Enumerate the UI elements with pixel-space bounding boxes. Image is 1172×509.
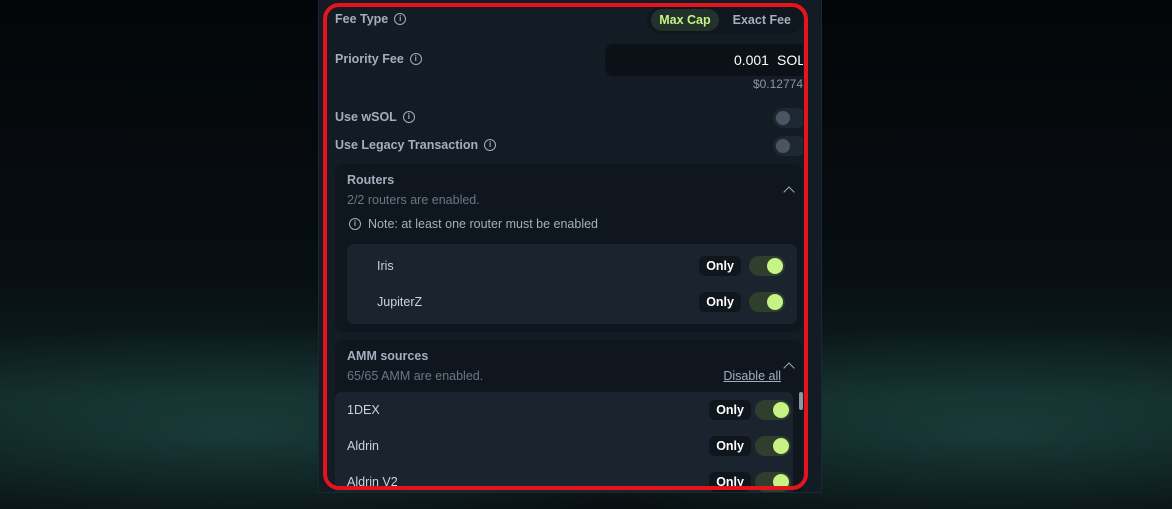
info-icon: i — [349, 218, 361, 230]
routers-list: Iris Only JupiterZ Only — [347, 244, 797, 324]
toggle-knob — [767, 294, 783, 310]
info-icon[interactable]: i — [402, 111, 415, 123]
amm-toggle[interactable] — [755, 436, 791, 456]
toggle-knob — [773, 402, 789, 418]
toggle-knob — [776, 111, 790, 125]
info-icon[interactable]: i — [394, 13, 407, 25]
fee-type-text: Fee Type — [335, 12, 389, 26]
fee-type-segmented-control: Max Cap Exact Fee — [647, 6, 803, 34]
amm-toggle[interactable] — [755, 472, 791, 492]
amm-list: 1DEX Only Aldrin Only Aldrin V2 Only — [335, 392, 793, 492]
amm-subtitle: 65/65 AMM are enabled. — [347, 369, 484, 383]
chevron-up-icon[interactable] — [783, 186, 795, 198]
priority-fee-value: 0.001 — [733, 52, 769, 68]
use-wsol-toggle[interactable] — [773, 108, 803, 128]
use-legacy-label: Use Legacy Transaction i — [335, 138, 497, 152]
list-item: JupiterZ Only — [347, 284, 797, 320]
amm-scrollbar[interactable] — [799, 392, 803, 410]
use-wsol-text: Use wSOL — [335, 110, 397, 124]
use-legacy-text: Use Legacy Transaction — [335, 138, 479, 152]
amm-sources-section: AMM sources 65/65 AMM are enabled. Disab… — [335, 340, 803, 492]
toggle-knob — [776, 139, 790, 153]
toggle-knob — [773, 438, 789, 454]
only-button[interactable]: Only — [709, 400, 751, 420]
settings-content: Fee Type i Max Cap Exact Fee Priority Fe… — [335, 0, 803, 492]
use-legacy-toggle[interactable] — [773, 136, 803, 156]
priority-fee-input[interactable]: 0.001 SOL — [605, 44, 803, 76]
amm-name: 1DEX — [347, 403, 380, 417]
priority-fee-unit: SOL — [776, 52, 803, 68]
toggle-knob — [767, 258, 783, 274]
info-icon[interactable]: i — [409, 53, 422, 65]
info-icon[interactable]: i — [484, 139, 497, 151]
settings-panel: Fee Type i Max Cap Exact Fee Priority Fe… — [318, 0, 822, 493]
amm-title: AMM sources — [347, 349, 429, 363]
router-toggle[interactable] — [749, 292, 785, 312]
router-name: Iris — [377, 259, 394, 273]
only-button[interactable]: Only — [709, 472, 751, 492]
router-name: JupiterZ — [377, 295, 423, 309]
only-button[interactable]: Only — [699, 292, 741, 312]
amm-name: Aldrin V2 — [347, 475, 398, 489]
routers-note: i Note: at least one router must be enab… — [349, 217, 598, 231]
only-button[interactable]: Only — [699, 256, 741, 276]
toggle-knob — [773, 474, 789, 490]
router-toggle[interactable] — [749, 256, 785, 276]
priority-fee-label: Priority Fee i — [335, 52, 422, 66]
list-item: Aldrin V2 Only — [335, 464, 793, 492]
use-wsol-label: Use wSOL i — [335, 110, 415, 124]
disable-all-link[interactable]: Disable all — [723, 369, 781, 383]
only-button[interactable]: Only — [709, 436, 751, 456]
max-cap-option[interactable]: Max Cap — [651, 9, 719, 31]
routers-note-text: Note: at least one router must be enable… — [368, 217, 599, 231]
priority-fee-text: Priority Fee — [335, 52, 404, 66]
routers-subtitle: 2/2 routers are enabled. — [347, 193, 480, 207]
priority-fee-usd: $0.12774 — [752, 77, 803, 91]
chevron-up-icon[interactable] — [783, 362, 795, 374]
routers-title: Routers — [347, 173, 395, 187]
amm-toggle[interactable] — [755, 400, 791, 420]
fee-type-label: Fee Type i — [335, 12, 407, 26]
list-item: Iris Only — [347, 248, 797, 284]
amm-name: Aldrin — [347, 439, 379, 453]
routers-section: Routers 2/2 routers are enabled. i Note:… — [335, 164, 803, 332]
list-item: Aldrin Only — [335, 428, 793, 464]
exact-fee-option[interactable]: Exact Fee — [725, 9, 799, 31]
list-item: 1DEX Only — [335, 392, 793, 428]
